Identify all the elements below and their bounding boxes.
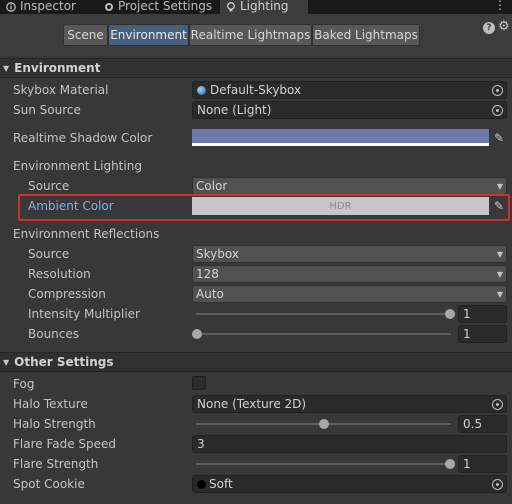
help-icon[interactable]: ? (483, 22, 495, 34)
spot-cookie-value: Soft (209, 477, 233, 491)
intensity-multiplier-label: Intensity Multiplier (28, 307, 140, 321)
ambient-color-swatch[interactable]: HDR (192, 197, 489, 215)
halo-texture-label: Halo Texture (13, 397, 88, 411)
skybox-material-value: Default-Skybox (210, 83, 302, 97)
material-sphere-icon (197, 85, 206, 95)
flare-strength-slider[interactable] (192, 455, 455, 473)
object-picker-icon[interactable] (492, 399, 503, 410)
lightbulb-icon (226, 1, 236, 12)
tab-inspector[interactable]: Inspector (0, 0, 100, 14)
halo-strength-input[interactable]: 0.5 (458, 415, 507, 433)
foldout-arrow-icon: ▼ (3, 357, 10, 367)
other-settings-section-title: Other Settings (14, 355, 114, 369)
resolution-label: Resolution (28, 267, 91, 281)
tab-lighting[interactable]: Lighting (220, 0, 308, 14)
environment-section-title: Environment (14, 61, 101, 75)
realtime-shadow-color-swatch[interactable] (192, 129, 489, 146)
sun-source-label: Sun Source (13, 103, 81, 117)
intensity-multiplier-slider[interactable] (192, 305, 455, 323)
tab-lighting-label: Lighting (240, 0, 289, 13)
tab-project-settings-label: Project Settings (118, 0, 213, 13)
slider-knob[interactable] (445, 459, 455, 469)
slider-knob[interactable] (445, 309, 455, 319)
window-tab-bar: Inspector Project Settings Lighting ⋮ (0, 0, 512, 14)
compression-label: Compression (28, 287, 106, 301)
texture-icon (197, 479, 206, 489)
dropdown-caret-icon: ▼ (496, 290, 503, 299)
flare-strength-input[interactable]: 1 (458, 455, 507, 473)
flare-fade-speed-input[interactable]: 3 (192, 435, 507, 453)
dropdown-caret-icon: ▼ (496, 182, 503, 191)
slider-knob[interactable] (192, 329, 202, 339)
hdr-label: HDR (329, 200, 352, 212)
bounces-input[interactable]: 1 (458, 325, 507, 343)
fog-checkbox[interactable] (192, 376, 206, 390)
halo-strength-label: Halo Strength (13, 417, 96, 431)
ambient-color-label: Ambient Color (28, 199, 114, 213)
foldout-arrow-icon: ▼ (3, 63, 10, 73)
tab-inspector-label: Inspector (20, 0, 76, 13)
flare-strength-label: Flare Strength (13, 457, 99, 471)
object-picker-icon[interactable] (492, 85, 503, 96)
skybox-material-label: Skybox Material (13, 83, 109, 97)
halo-texture-field[interactable]: None (Texture 2D) (192, 395, 507, 413)
lighting-source-value: Color (196, 179, 228, 193)
settings-gear-icon[interactable]: ⚙ (498, 20, 510, 33)
bounces-slider[interactable] (192, 325, 455, 343)
tab-project-settings[interactable]: Project Settings (98, 0, 220, 14)
environment-section-header[interactable]: ▼ Environment (0, 58, 512, 78)
lighting-source-dropdown[interactable]: Color ▼ (192, 177, 507, 195)
bounces-label: Bounces (28, 327, 80, 341)
slider-knob[interactable] (318, 419, 329, 429)
sun-source-value: None (Light) (197, 103, 272, 117)
other-settings-section-header[interactable]: ▼ Other Settings (0, 352, 512, 372)
resolution-value: 128 (196, 267, 219, 281)
scene-tab-button[interactable]: Scene (63, 24, 108, 46)
spot-cookie-label: Spot Cookie (13, 477, 85, 491)
spot-cookie-field[interactable]: Soft (192, 475, 507, 493)
environment-tab-button[interactable]: Environment (108, 24, 189, 46)
realtime-lightmaps-tab-button[interactable]: Realtime Lightmaps (189, 24, 312, 46)
kebab-menu-icon[interactable]: ⋮ (494, 0, 506, 12)
realtime-shadow-color-label: Realtime Shadow Color (13, 131, 153, 145)
halo-strength-slider[interactable] (192, 415, 455, 433)
halo-texture-value: None (Texture 2D) (197, 397, 307, 411)
sun-source-field[interactable]: None (Light) (192, 101, 507, 119)
eyedropper-icon[interactable]: ✎ (490, 197, 508, 215)
object-picker-icon[interactable] (492, 105, 503, 116)
reflection-source-value: Skybox (196, 247, 239, 261)
fog-label: Fog (13, 377, 35, 391)
flare-fade-speed-label: Flare Fade Speed (13, 437, 117, 451)
environment-lighting-label: Environment Lighting (13, 159, 142, 173)
lighting-source-label: Source (28, 179, 70, 193)
reflection-source-label: Source (28, 247, 70, 261)
resolution-dropdown[interactable]: 128 ▼ (192, 265, 507, 283)
object-picker-icon[interactable] (492, 479, 503, 490)
environment-reflections-label: Environment Reflections (13, 227, 160, 241)
gear-icon (104, 1, 114, 11)
dropdown-caret-icon: ▼ (496, 270, 503, 279)
lighting-toolbar: Scene Environment Realtime Lightmaps Bak… (0, 14, 512, 56)
skybox-material-field[interactable]: Default-Skybox (192, 81, 507, 99)
intensity-multiplier-input[interactable]: 1 (458, 305, 507, 323)
compression-dropdown[interactable]: Auto ▼ (192, 285, 507, 303)
dropdown-caret-icon: ▼ (496, 250, 503, 259)
baked-lightmaps-tab-button[interactable]: Baked Lightmaps (312, 24, 420, 46)
eyedropper-icon[interactable]: ✎ (490, 129, 508, 147)
compression-value: Auto (196, 287, 224, 301)
info-icon (6, 1, 16, 12)
reflection-source-dropdown[interactable]: Skybox ▼ (192, 245, 507, 263)
